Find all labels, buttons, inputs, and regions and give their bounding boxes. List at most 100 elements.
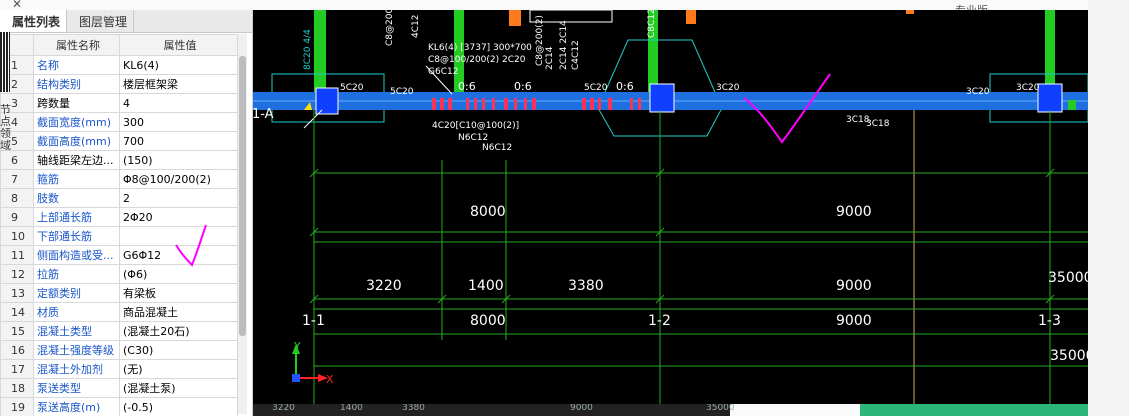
property-value[interactable]: 商品混凝土 [119, 302, 238, 322]
property-value[interactable]: (混凝土20石) [119, 321, 238, 341]
left-side-hint: 节点领域 [0, 103, 11, 152]
row-number: 16 [0, 340, 34, 360]
property-row[interactable]: 6 轴线距梁左边... (150) [0, 150, 238, 170]
col-label-2: 5C20 [390, 87, 414, 97]
column-marker-orange-1 [509, 10, 521, 26]
property-row[interactable]: 15 混凝土类型 (混凝土20石) [0, 321, 238, 341]
row-number: 11 [0, 245, 34, 265]
property-value[interactable]: KL6(4) [119, 55, 238, 75]
vtext-5: 2C14 [545, 46, 555, 70]
property-row[interactable]: 4 截面宽度(mm) 300 [0, 112, 238, 132]
row-number: 12 [0, 264, 34, 284]
cad-drawing-canvas[interactable]: KL6(4) [3737] 300*700 C8@100/200(2) 2C20… [252, 10, 1088, 404]
axis-label-1a: 1-A [252, 107, 274, 122]
property-value[interactable]: (混凝土泵) [119, 378, 238, 398]
property-row[interactable]: 7 箍筋 Φ8@100/200(2) [0, 169, 238, 189]
column-marker-orange-2 [686, 10, 696, 24]
property-name: 混凝土类型 [33, 321, 120, 341]
vtext-4: C8@200(2) [535, 15, 545, 66]
property-row[interactable]: 8 肢数 2 [0, 188, 238, 208]
property-value[interactable]: (150) [119, 150, 238, 170]
beam-side-bar-label-1: N6C12 [458, 133, 488, 143]
property-value[interactable]: 有梁板 [119, 283, 238, 303]
axis-1-2: 1-2 [648, 313, 671, 329]
property-row[interactable]: 13 定额类别 有梁板 [0, 283, 238, 303]
col-label-6: 3C20 [1016, 83, 1040, 93]
dim-top-9000: 9000 [836, 204, 872, 220]
property-value[interactable]: Φ8@100/200(2) [119, 169, 238, 189]
dim-bottom-9000: 9000 [836, 313, 872, 329]
dim-ticks [309, 168, 1055, 304]
property-value[interactable]: 300 [119, 112, 238, 132]
col-label-4: 3C20 [716, 83, 740, 93]
property-name: 泵送类型 [33, 378, 120, 398]
ucs-origin [292, 374, 300, 382]
property-name: 轴线距梁左边... [33, 150, 120, 170]
property-row[interactable]: 18 泵送类型 (混凝土泵) [0, 378, 238, 398]
row-number: 14 [0, 302, 34, 322]
column-square-3[interactable] [1037, 83, 1063, 113]
bottom-green-banner [860, 404, 1088, 416]
property-row[interactable]: 1 名称 KL6(4) [0, 55, 238, 75]
scroll-thumb[interactable] [239, 56, 246, 336]
property-value[interactable]: 楼层框架梁 [119, 74, 238, 94]
header-property-name: 属性名称 [33, 34, 120, 56]
property-name: 泵送高度(m) [33, 397, 120, 416]
property-name: 材质 [33, 302, 120, 322]
ratio-label-2: 0:6 [514, 80, 532, 93]
column-top-4[interactable] [1045, 10, 1055, 92]
strip-dim-3380: 3380 [402, 403, 425, 413]
property-value[interactable]: 700 [119, 131, 238, 151]
ucs-y-label: Y [293, 340, 301, 353]
property-name: 截面高度(mm) [33, 131, 120, 151]
axis-1-3: 1-3 [1038, 313, 1061, 329]
row-number: 9 [0, 207, 34, 227]
property-value[interactable]: (-0.5) [119, 397, 238, 416]
property-value[interactable]: 4 [119, 93, 238, 113]
property-name: 混凝土强度等级 [33, 340, 120, 360]
leader-line-2 [303, 109, 323, 129]
property-row[interactable]: 16 混凝土强度等级 (C30) [0, 340, 238, 360]
property-name: 定额类别 [33, 283, 120, 303]
column-marker-orange-3 [906, 10, 914, 14]
property-row[interactable]: 5 截面高度(mm) 700 [0, 131, 238, 151]
close-icon[interactable]: ✕ [12, 0, 22, 11]
property-value[interactable]: 2 [119, 188, 238, 208]
tab-layer-management[interactable]: 图层管理 [67, 10, 135, 32]
property-value[interactable]: (无) [119, 359, 238, 379]
panel-scrollbar[interactable] [238, 34, 247, 414]
strip-dim-9000: 9000 [570, 403, 593, 413]
row-number: 19 [0, 397, 34, 416]
row-number: 6 [0, 150, 34, 170]
property-value[interactable]: (C30) [119, 340, 238, 360]
column-square-2[interactable] [649, 83, 675, 113]
tab-property-list[interactable]: 属性列表 [0, 10, 68, 32]
col-label-3: 5C20 [584, 83, 608, 93]
beam-label-line-2: C8@100/200(2) 2C20 [428, 55, 526, 65]
property-name: 下部通长筋 [33, 226, 120, 246]
property-name: 跨数量 [33, 93, 120, 113]
property-row[interactable]: 17 混凝土外加剂 (无) [0, 359, 238, 379]
strip-dim-3220: 3220 [272, 403, 295, 413]
property-panel: 属性列表 图层管理 属性名称 属性值 1 名称 KL6(4) 2 结构类别 楼层框架梁 3 跨… [0, 10, 253, 416]
vtext-2: C8@200 [385, 10, 395, 46]
panel-tabs: 属性列表 图层管理 [0, 10, 252, 33]
vtext-6: 2C14 2C14 [559, 20, 569, 70]
property-row[interactable]: 3 跨数量 4 [0, 93, 238, 113]
property-row[interactable]: 2 结构类别 楼层框架梁 [0, 74, 238, 94]
axis-1-1: 1-1 [302, 313, 325, 329]
row-number: 13 [0, 283, 34, 303]
property-name: 结构类别 [33, 74, 120, 94]
dim-bottom-8000: 8000 [470, 313, 506, 329]
column-top-1[interactable] [314, 10, 326, 92]
column-square-1[interactable] [315, 87, 339, 115]
beam-label-line-3: G6C12 [428, 67, 458, 77]
row-number: 15 [0, 321, 34, 341]
dim-mid-35000: 35000 [1048, 270, 1088, 286]
property-name: 名称 [33, 55, 120, 75]
vtext-7: C4C12 [571, 40, 581, 70]
property-row[interactable]: 14 材质 商品混凝土 [0, 302, 238, 322]
property-name: 上部通长筋 [33, 207, 120, 227]
right-side-panel [1088, 0, 1129, 416]
property-row[interactable]: 19 泵送高度(m) (-0.5) [0, 397, 238, 416]
